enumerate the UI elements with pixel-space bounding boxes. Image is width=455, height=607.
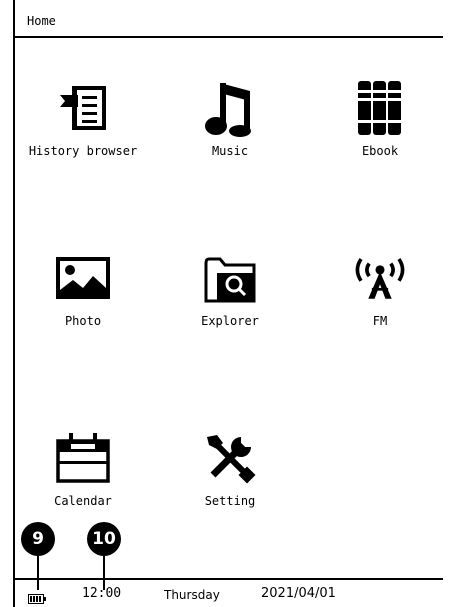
history-browser-icon xyxy=(55,80,111,136)
calendar-icon xyxy=(55,430,111,486)
app-label: Calendar xyxy=(54,494,112,508)
app-calendar[interactable]: Calendar xyxy=(13,430,153,508)
status-day: Thursday xyxy=(164,588,220,602)
status-time: 12:00 xyxy=(82,586,122,601)
app-label: Photo xyxy=(64,314,102,328)
music-note-icon xyxy=(202,80,258,137)
folder-search-icon xyxy=(202,250,258,306)
header-divider xyxy=(14,36,443,38)
app-explorer[interactable]: Explorer xyxy=(160,250,300,328)
page-title: Home xyxy=(27,14,56,28)
app-label: FM xyxy=(372,314,388,328)
tools-icon xyxy=(202,430,258,486)
app-label: History browser xyxy=(28,144,138,158)
app-label: Setting xyxy=(204,494,256,508)
app-history-browser[interactable]: History browser xyxy=(13,80,153,158)
app-fm[interactable]: FM xyxy=(310,250,450,328)
app-label: Explorer xyxy=(201,314,259,328)
app-setting[interactable]: Setting xyxy=(160,430,300,508)
radio-tower-icon xyxy=(352,250,408,306)
status-date: 2021/04/01 xyxy=(261,586,336,601)
app-label: Music xyxy=(211,144,249,158)
callout-9: 9 xyxy=(21,522,55,556)
app-ebook[interactable]: Ebook xyxy=(310,80,450,158)
app-photo[interactable]: Photo xyxy=(13,250,153,328)
battery-icon xyxy=(28,589,46,604)
books-icon xyxy=(352,80,408,136)
callout-10: 10 xyxy=(87,522,121,556)
callout-9-leader xyxy=(37,556,39,590)
app-music[interactable]: Music xyxy=(160,80,300,158)
status-divider xyxy=(14,578,443,580)
app-label: Ebook xyxy=(361,144,399,158)
photo-icon xyxy=(55,250,111,306)
callout-10-leader xyxy=(103,556,105,590)
